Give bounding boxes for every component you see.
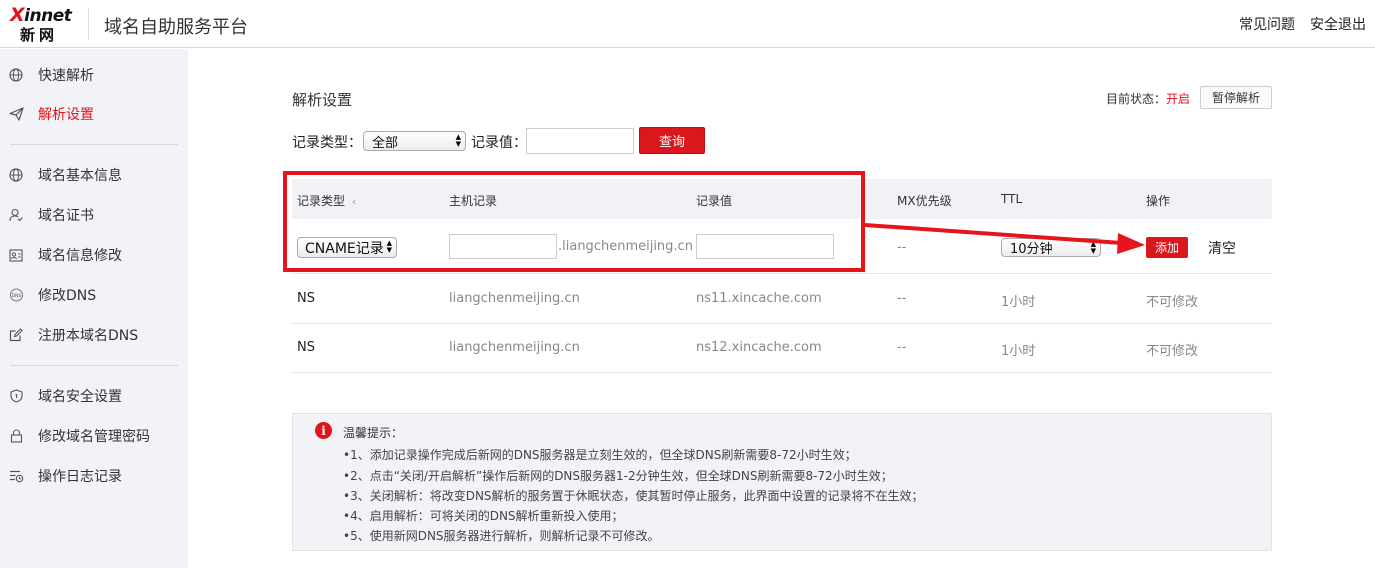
tip-line: •4、启用解析：可将关闭的DNS解析重新投入使用； xyxy=(343,509,624,523)
tip-line: •1、添加记录操作完成后新网的DNS服务器是立刻生效的，但全球DNS刷新需要8-… xyxy=(343,448,857,462)
tip-line: •5、使用新网DNS服务器进行解析，则解析记录不可修改。 xyxy=(343,529,660,543)
tips-title: 温馨提示： xyxy=(343,426,404,440)
tip-line: •2、点击“关闭/开启解析”操作后新网的DNS服务器1-2分钟生效，但全球DNS… xyxy=(343,469,893,483)
info-icon: i xyxy=(315,422,332,439)
tip-line: •3、关闭解析：将改变DNS解析的服务置于休眠状态，使其暂时停止服务，此界面中设… xyxy=(343,489,924,503)
